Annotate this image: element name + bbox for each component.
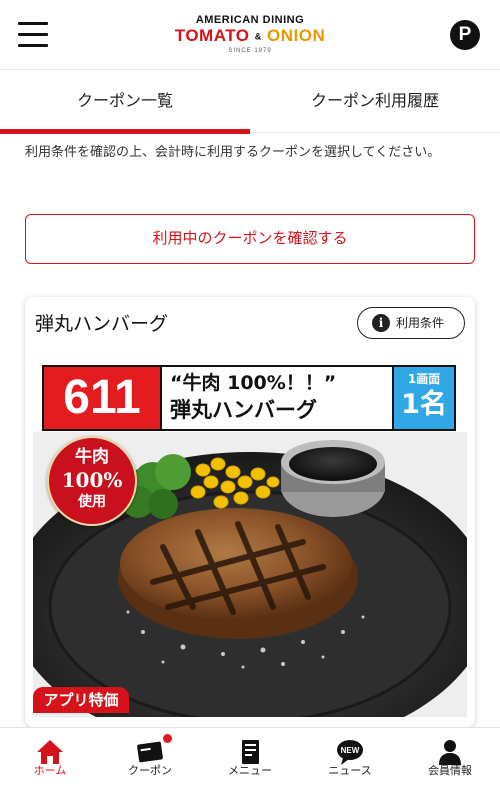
brand-logo[interactable]: AMERICAN DINING TOMATO & ONION SINCE 197… xyxy=(170,14,330,56)
check-active-coupon-button[interactable]: 利用中のクーポンを確認する xyxy=(25,214,475,264)
coupon-icon xyxy=(137,741,163,763)
news-icon: NEW xyxy=(337,740,363,765)
active-tab-indicator xyxy=(0,129,250,134)
coupon-notification-dot xyxy=(162,733,173,744)
terms-button-label: 利用条件 xyxy=(396,316,445,330)
nav-news-label: ニュース xyxy=(328,764,372,777)
coupon-price: 611 xyxy=(44,367,162,429)
info-icon: i xyxy=(372,314,390,332)
nav-menu-label: メニュー xyxy=(228,764,272,777)
app-header: AMERICAN DINING TOMATO & ONION SINCE 197… xyxy=(0,0,500,70)
logo-since: SINCE 1979 xyxy=(228,47,272,54)
menu-book-icon xyxy=(242,740,259,764)
sauce-cup xyxy=(281,440,385,517)
svg-text:NEW: NEW xyxy=(341,746,360,755)
nav-coupon-label: クーポン xyxy=(128,764,172,777)
usage-limit-badge: 1画面 1名 xyxy=(392,367,454,429)
usage-limit-line1: 1画面 xyxy=(407,372,441,386)
tab-divider xyxy=(250,132,500,133)
nav-member-label: 会員情報 xyxy=(428,764,472,777)
logo-tagline: AMERICAN DINING xyxy=(195,14,305,26)
product-name-line1: “牛肉 100%！！” xyxy=(170,372,337,394)
coupon-card[interactable]: 弾丸ハンバーグ i 利用条件 611 “牛肉 100%！！” 弾丸ハンバーグ 1… xyxy=(25,297,475,727)
member-icon xyxy=(439,740,461,765)
coupon-banner: 611 “牛肉 100%！！” 弾丸ハンバーグ 1画面 1名 xyxy=(42,365,456,431)
terms-button[interactable]: i 利用条件 xyxy=(357,307,465,339)
nav-home[interactable]: ホーム xyxy=(0,728,100,800)
beef-100-badge: 牛肉 100% 使用 xyxy=(47,436,137,526)
nav-home-label: ホーム xyxy=(33,764,67,777)
coupon-tabs: クーポン一覧 クーポン利用履歴 xyxy=(0,70,500,135)
nav-coupon[interactable]: クーポン xyxy=(100,728,200,800)
hamburger-steak-photo: 牛肉 100% 使用 xyxy=(33,432,467,717)
tab-coupon-history[interactable]: クーポン利用履歴 xyxy=(250,70,500,135)
coupon-title: 弾丸ハンバーグ xyxy=(35,313,169,335)
nav-menu[interactable]: メニュー xyxy=(200,728,300,800)
coupon-product-name: “牛肉 100%！！” 弾丸ハンバーグ xyxy=(170,371,390,424)
usage-limit-line2: 1名 xyxy=(401,389,447,420)
home-icon xyxy=(37,740,63,764)
hamburger-menu-icon[interactable] xyxy=(18,22,50,48)
logo-wordmark: TOMATO & ONION xyxy=(174,26,326,45)
bottom-navigation: ホーム クーポン メニュー NEW ニュース 会員情報 xyxy=(0,727,500,800)
nav-member[interactable]: 会員情報 xyxy=(400,728,500,800)
tab-coupon-list[interactable]: クーポン一覧 xyxy=(0,70,250,135)
product-name-line2: 弾丸ハンバーグ xyxy=(170,398,317,422)
app-special-price-tag: アプリ特価 xyxy=(33,687,129,713)
nav-news[interactable]: NEW ニュース xyxy=(300,728,400,800)
usage-notice: 利用条件を確認の上、会計時に利用するクーポンを選択してください。 xyxy=(25,145,441,160)
hamburger-patty xyxy=(118,508,358,639)
points-button[interactable]: P xyxy=(450,20,480,50)
